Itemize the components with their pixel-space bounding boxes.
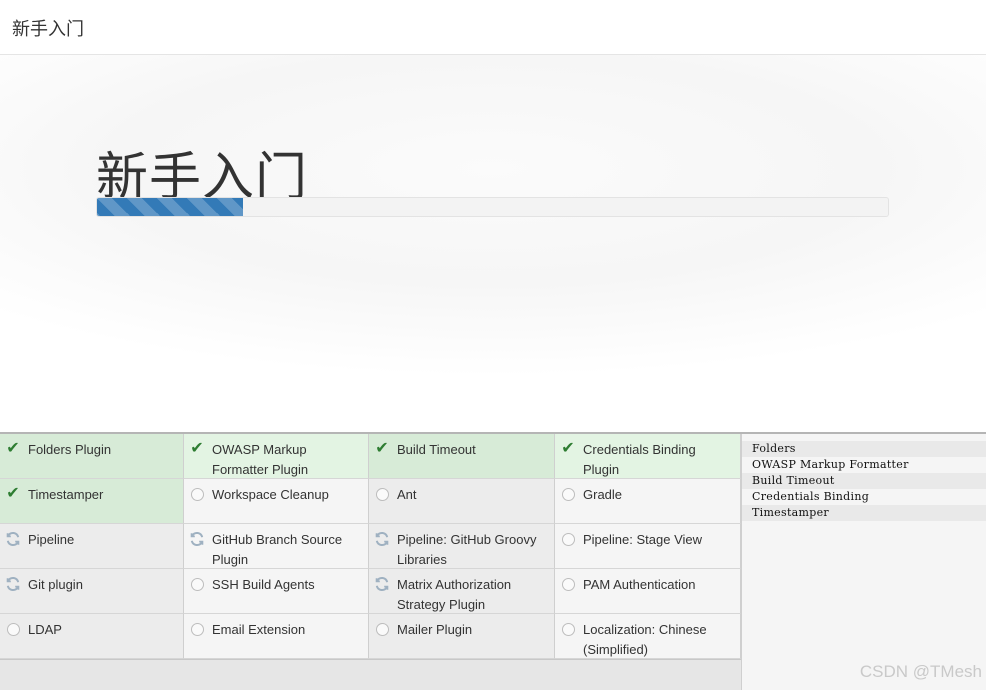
plugin-name: Pipeline: Stage View — [583, 532, 703, 547]
plugin-item: ✔ OWASP Markup Formatter Plugin — [184, 434, 369, 479]
plugin-item: Git plugin — [0, 569, 184, 614]
plugin-name: Ant — [397, 487, 417, 502]
plugin-item: ✔ Timestamper — [0, 479, 184, 524]
plugin-item: Workspace Cleanup — [184, 479, 369, 524]
plugin-name: Email Extension — [212, 622, 306, 637]
plugin-name: Mailer Plugin — [397, 622, 473, 637]
circle-icon — [4, 620, 22, 638]
progress-bar-fill — [97, 198, 244, 216]
top-bar: 新手入门 — [0, 0, 986, 55]
check-icon: ✔ — [375, 440, 389, 457]
plugin-name: Folders Plugin — [28, 442, 112, 457]
plugin-item: ✔ Folders Plugin — [0, 434, 184, 479]
plugin-name: Git plugin — [28, 577, 83, 592]
plugin-name: GitHub Branch Source Plugin — [212, 532, 343, 567]
log-line: OWASP Markup Formatter — [752, 458, 909, 471]
check-icon: ✔ — [6, 485, 20, 502]
check-icon: ✔ — [6, 440, 20, 457]
plugin-item: Pipeline: GitHub Groovy Libraries — [369, 524, 555, 569]
plugin-name: LDAP — [28, 622, 62, 637]
plugin-item: Pipeline — [0, 524, 184, 569]
plugin-name: OWASP Markup Formatter Plugin — [212, 442, 309, 477]
install-log-panel[interactable]: Folders OWASP Markup Formatter Build Timeo… — [741, 434, 986, 690]
refresh-icon — [4, 530, 22, 548]
check-icon: ✔ — [190, 440, 204, 457]
plugin-name: Timestamper — [28, 487, 104, 502]
plugin-install-area: ✔ Folders Plugin ✔ OWASP Markup Formatter P… — [0, 432, 986, 690]
refresh-icon — [188, 530, 206, 548]
plugin-item: GitHub Branch Source Plugin — [184, 524, 369, 569]
circle-icon — [188, 620, 206, 638]
hero-section: 新手入门 — [0, 55, 986, 433]
circle-icon — [373, 620, 391, 638]
plugin-name: Matrix Authorization Strategy Plugin — [397, 577, 512, 612]
plugin-item: ✔ Build Timeout — [369, 434, 555, 479]
plugin-item: PAM Authentication — [555, 569, 741, 614]
log-line: Timestamper — [742, 505, 986, 521]
plugin-name: Localization: Chinese (Simplified) — [583, 622, 707, 657]
plugin-name: SSH Build Agents — [212, 577, 315, 592]
circle-icon — [559, 485, 577, 503]
circle-icon — [373, 485, 391, 503]
refresh-icon — [4, 575, 22, 593]
install-progress-bar — [96, 197, 889, 217]
check-icon: ✔ — [561, 440, 575, 457]
log-line: Folders — [742, 441, 986, 457]
plugin-grid: ✔ Folders Plugin ✔ OWASP Markup Formatter P… — [0, 434, 741, 660]
plugin-item: Email Extension — [184, 614, 369, 659]
plugin-item: Localization: Chinese (Simplified) — [555, 614, 741, 659]
plugin-name: Workspace Cleanup — [212, 487, 329, 502]
plugin-name: Pipeline — [28, 532, 75, 547]
plugin-item: Matrix Authorization Strategy Plugin — [369, 569, 555, 614]
circle-icon — [188, 575, 206, 593]
plugin-item: Pipeline: Stage View — [555, 524, 741, 569]
refresh-icon — [373, 575, 391, 593]
plugin-item: Gradle — [555, 479, 741, 524]
refresh-icon — [373, 530, 391, 548]
circle-icon — [559, 575, 577, 593]
header-title: 新手入门 — [12, 19, 84, 39]
plugin-name: Pipeline: GitHub Groovy Libraries — [397, 532, 537, 567]
log-line: Credentials Binding — [752, 490, 870, 503]
plugin-item: Ant — [369, 479, 555, 524]
plugin-item: Mailer Plugin — [369, 614, 555, 659]
plugin-item: ✔ Credentials Binding Plugin — [555, 434, 741, 479]
circle-icon — [559, 530, 577, 548]
watermark-text: CSDN @TMesh — [859, 662, 982, 681]
circle-icon — [559, 620, 577, 638]
log-line: Build Timeout — [742, 473, 986, 489]
plugin-name: Credentials Binding Plugin — [583, 442, 696, 477]
plugin-name: PAM Authentication — [583, 577, 696, 592]
plugin-item: LDAP — [0, 614, 184, 659]
plugin-name: Gradle — [583, 487, 623, 502]
plugin-name: Build Timeout — [397, 442, 476, 457]
plugin-item: SSH Build Agents — [184, 569, 369, 614]
circle-icon — [188, 485, 206, 503]
